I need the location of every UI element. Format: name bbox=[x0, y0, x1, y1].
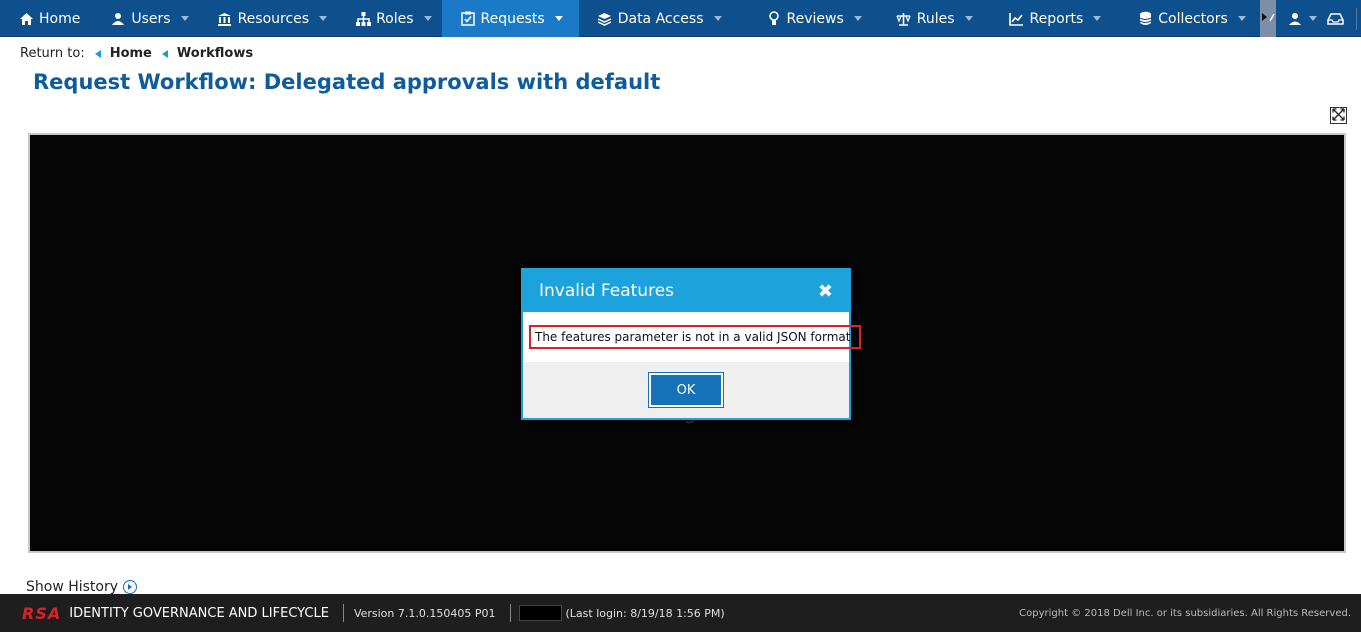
chevron-down-icon bbox=[1237, 16, 1246, 21]
arrow-left-icon bbox=[161, 49, 168, 58]
nav-label: Reviews bbox=[786, 10, 844, 27]
chevron-down-icon bbox=[1093, 16, 1102, 21]
footer: RSA IDENTITY GOVERNANCE AND LIFECYCLE Ve… bbox=[0, 594, 1361, 632]
last-login-text: (Last login: 8/19/18 1:56 PM) bbox=[565, 606, 725, 620]
breadcrumb-label: Workflows bbox=[176, 46, 254, 61]
chevron-down-icon bbox=[180, 16, 189, 21]
reports-icon bbox=[1009, 11, 1025, 27]
nav-roles[interactable]: Roles bbox=[337, 0, 441, 37]
footer-separator bbox=[509, 604, 511, 622]
nav-label: Reports bbox=[1029, 10, 1084, 27]
nav-users[interactable]: Users bbox=[92, 0, 198, 37]
chevron-down-icon bbox=[713, 16, 722, 21]
dialog-footer: OK bbox=[523, 362, 849, 418]
nav-label: Home bbox=[39, 10, 81, 27]
fullscreen-button[interactable] bbox=[1330, 107, 1347, 124]
invalid-features-dialog: Invalid Features ✖ The features paramete… bbox=[521, 268, 861, 420]
dialog-header: Invalid Features ✖ bbox=[523, 270, 849, 312]
nav-label: Resources bbox=[237, 10, 310, 27]
chevron-down-icon bbox=[853, 16, 862, 21]
chevron-down-icon[interactable] bbox=[1308, 16, 1317, 21]
inbox-icon[interactable] bbox=[1327, 12, 1344, 25]
chevron-down-icon bbox=[964, 16, 973, 21]
nav-reports[interactable]: Reports bbox=[991, 0, 1120, 37]
rsa-logo: RSA bbox=[22, 603, 62, 623]
nav-label: Rules bbox=[916, 10, 955, 27]
nav-label: Data Access bbox=[617, 10, 704, 27]
nav-label: Users bbox=[131, 10, 171, 27]
home-icon bbox=[18, 11, 34, 27]
more-arrow-icon bbox=[1260, 9, 1276, 28]
page-title: Request Workflow: Delegated approvals wi… bbox=[33, 70, 661, 94]
breadcrumb-prefix: Return to: bbox=[20, 46, 85, 61]
nav-separator bbox=[1355, 7, 1357, 30]
breadcrumb: Return to: Home Workflows bbox=[20, 46, 253, 61]
version-text: Version 7.1.0.150405 P01 bbox=[353, 606, 496, 620]
chevron-down-icon bbox=[423, 16, 432, 21]
reviews-icon bbox=[766, 11, 782, 27]
dialog-title: Invalid Features bbox=[539, 281, 675, 301]
nav-resources[interactable]: Resources bbox=[199, 0, 338, 37]
nav-home[interactable]: Home bbox=[0, 0, 92, 37]
expand-icon bbox=[1332, 106, 1345, 125]
rules-icon bbox=[896, 11, 912, 27]
nav-requests[interactable]: Requests bbox=[441, 0, 579, 37]
ok-button[interactable]: OK bbox=[648, 372, 724, 408]
nav-collectors[interactable]: Collectors bbox=[1119, 0, 1256, 37]
nav-label: Collectors bbox=[1158, 10, 1228, 27]
nav-label: Roles bbox=[376, 10, 414, 27]
breadcrumb-label: Home bbox=[109, 46, 152, 61]
product-name: IDENTITY GOVERNANCE AND LIFECYCLE bbox=[69, 605, 329, 621]
roles-icon bbox=[355, 11, 371, 27]
top-nav: Home Users Resources Roles Requests Data… bbox=[0, 0, 1361, 37]
nav-right-tools: ? bbox=[1276, 0, 1361, 37]
show-history-link[interactable]: Show History bbox=[26, 579, 138, 595]
user-name-redacted bbox=[518, 605, 562, 621]
nav-label: Requests bbox=[480, 10, 545, 27]
user-icon[interactable] bbox=[1288, 12, 1302, 26]
data-access-icon bbox=[597, 11, 613, 27]
breadcrumb-home[interactable]: Home bbox=[94, 46, 152, 61]
footer-separator bbox=[342, 604, 344, 622]
chevron-down-icon bbox=[554, 16, 563, 21]
error-message: The features parameter is not in a valid… bbox=[529, 325, 861, 349]
resources-icon bbox=[217, 11, 233, 27]
users-icon bbox=[110, 11, 126, 27]
collectors-icon bbox=[1137, 11, 1153, 27]
close-icon[interactable]: ✖ bbox=[818, 281, 833, 302]
nav-data-access[interactable]: Data Access bbox=[579, 0, 748, 37]
nav-more-button[interactable] bbox=[1259, 0, 1276, 37]
chevron-right-icon bbox=[123, 580, 138, 594]
arrow-left-icon bbox=[94, 49, 101, 58]
chevron-down-icon bbox=[319, 16, 328, 21]
requests-icon bbox=[460, 11, 476, 27]
dialog-body: The features parameter is not in a valid… bbox=[523, 312, 861, 362]
nav-rules[interactable]: Rules bbox=[878, 0, 991, 37]
show-history-label: Show History bbox=[26, 579, 119, 595]
copyright-text: Copyright © 2018 Dell Inc. or its subsid… bbox=[1019, 607, 1351, 619]
nav-reviews[interactable]: Reviews bbox=[748, 0, 878, 37]
breadcrumb-workflows[interactable]: Workflows bbox=[161, 46, 254, 61]
